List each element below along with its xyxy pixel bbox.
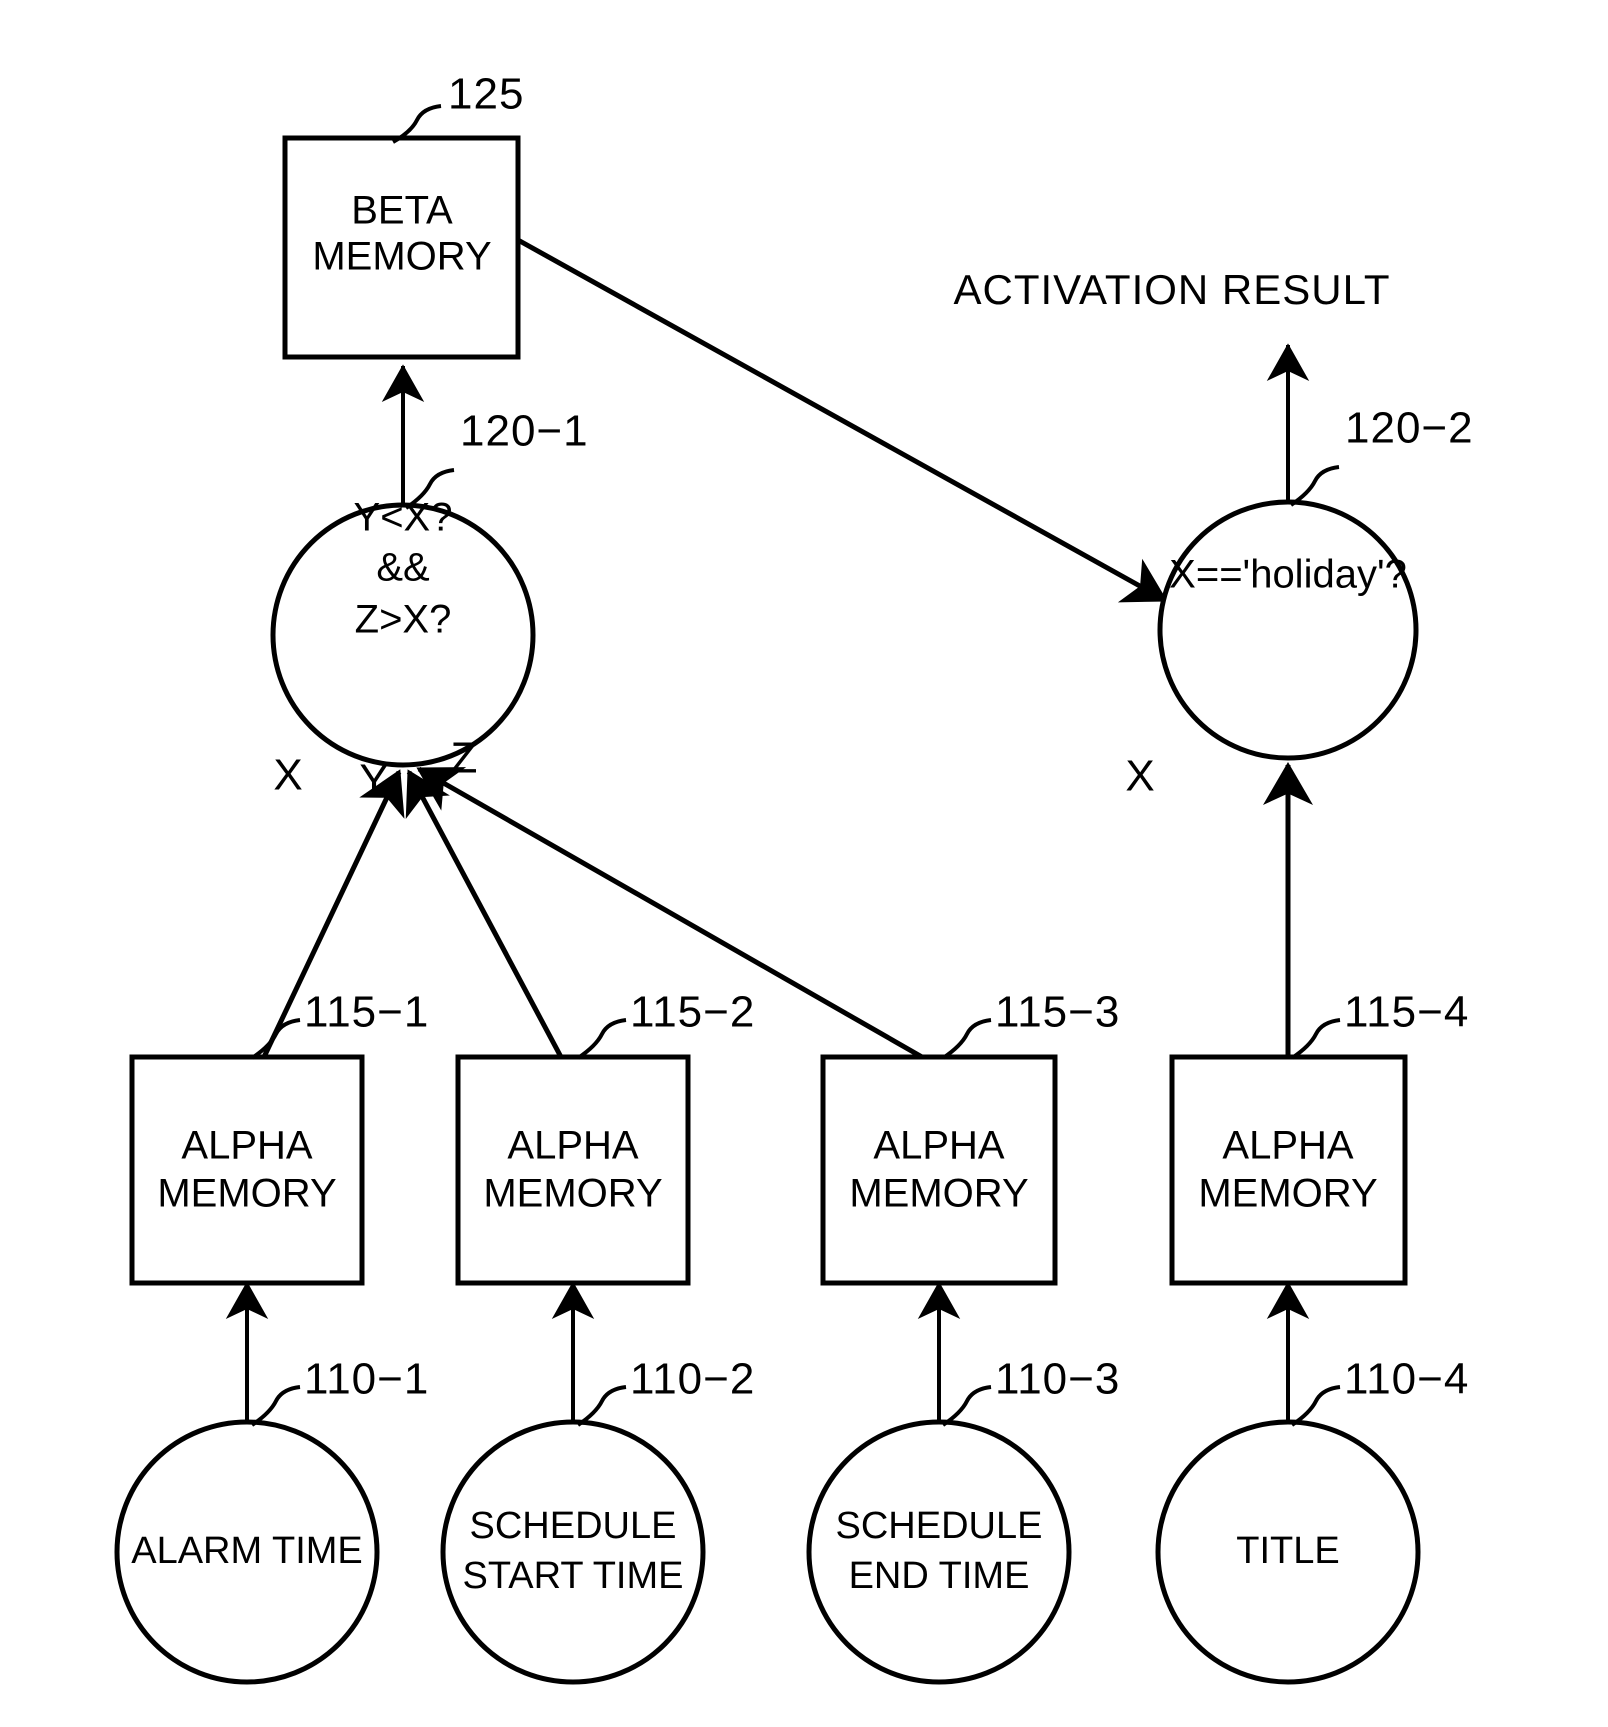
alpha-memory-3-line1: ALPHA [873,1124,1004,1168]
leader-110-3 [941,1385,992,1427]
diagram-svg: ACTIVATION RESULT BETA MEMORY 125 Y<X? &… [114,70,1474,1685]
activation-result-label: ACTIVATION RESULT [953,266,1390,313]
ref-110-4: 110−4 [1344,1355,1469,1404]
source-node-110-3[interactable] [806,1419,1072,1685]
join-node-120-2[interactable] [1157,499,1419,761]
alpha-memory-2-line1: ALPHA [507,1124,638,1168]
alpha-memory-4-line1: ALPHA [1222,1124,1353,1168]
ref-115-3: 115−3 [995,988,1120,1037]
leader-110-1 [250,1385,301,1427]
join-node-120-1-line1: Y<X? [354,496,453,540]
alpha-memory-1-line2: MEMORY [157,1172,336,1216]
edge-variable-label-x-right: X [1125,752,1154,801]
leader-115-2 [576,1018,627,1060]
ref-115-2: 115−2 [630,988,755,1037]
source-node-110-2[interactable] [440,1419,706,1685]
ref-120-1: 120−1 [460,407,589,456]
source-node-110-2-line1: SCHEDULE [470,1505,677,1547]
alpha-memory-box-4[interactable] [1169,1054,1408,1286]
ref-110-1: 110−1 [304,1355,429,1404]
join-node-120-1-line2: && [376,546,430,590]
leader-115-1 [250,1018,301,1060]
edge-alpha2-to-join1-y [405,769,564,1059]
beta-memory-label-line1: BETA [351,189,453,233]
edge-variable-label-z-left: Z [451,734,478,783]
ref-110-3: 110−3 [995,1355,1120,1404]
ref-115-1: 115−1 [304,988,429,1037]
ref-110-2: 110−2 [630,1355,755,1404]
alpha-memory-4-line2: MEMORY [1198,1172,1377,1216]
ref-115-4: 115−4 [1344,988,1469,1037]
alpha-memory-box-1[interactable] [129,1054,365,1286]
patent-figure-canvas: ACTIVATION RESULT BETA MEMORY 125 Y<X? &… [0,0,1608,1727]
join-node-120-2-line1: X=='holiday'? [1169,553,1407,597]
alpha-memory-3-line2: MEMORY [849,1172,1028,1216]
alpha-memory-box-3[interactable] [820,1054,1058,1286]
source-node-110-4-line1: TITLE [1236,1530,1339,1572]
leader-110-4 [1290,1385,1341,1427]
leader-120-2 [1289,465,1340,507]
alpha-memory-2-line2: MEMORY [483,1172,662,1216]
join-node-120-1-line3: Z>X? [355,598,452,642]
leader-110-2 [576,1385,627,1427]
edge-variable-label-x-left: X [273,751,302,800]
source-node-110-3-line2: END TIME [849,1555,1030,1597]
edge-variable-label-y-left: Y [359,756,388,805]
alpha-memory-box-2[interactable] [455,1054,691,1286]
ref-125: 125 [448,70,524,119]
beta-memory-label-line2: MEMORY [312,235,491,279]
leader-115-3 [941,1018,992,1060]
source-node-110-2-line2: START TIME [462,1555,683,1597]
source-node-110-1-line1: ALARM TIME [131,1530,363,1572]
alpha-memory-1-line1: ALPHA [181,1124,312,1168]
leader-115-4 [1290,1018,1341,1060]
ref-120-2: 120−2 [1345,404,1474,453]
source-node-110-3-line1: SCHEDULE [836,1505,1043,1547]
